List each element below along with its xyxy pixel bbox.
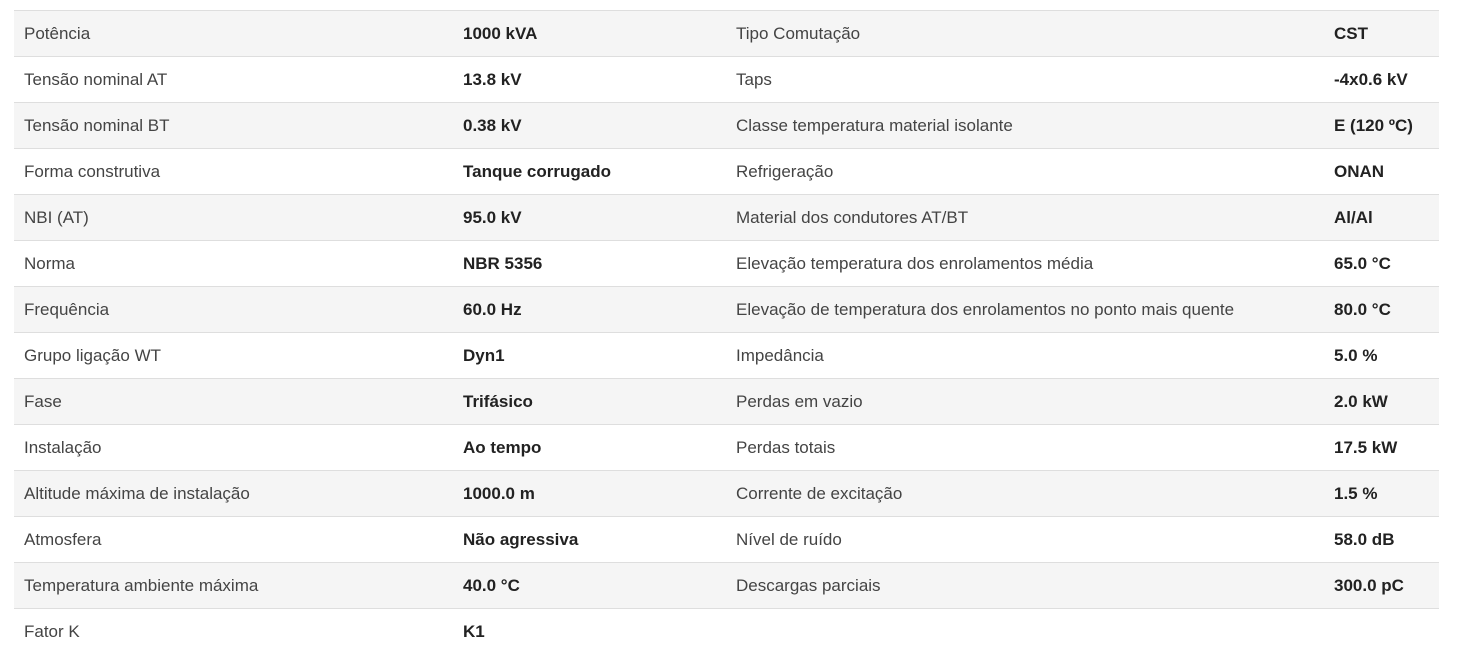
table-row: Temperatura ambiente máxima 40.0 °C Desc…: [14, 562, 1439, 609]
spec-value: 13.8 kV: [453, 56, 726, 103]
spec-value: ONAN: [1324, 148, 1439, 195]
table-row: Frequência 60.0 Hz Elevação de temperatu…: [14, 286, 1439, 333]
spec-value: 58.0 dB: [1324, 516, 1439, 563]
spec-value: Ao tempo: [453, 424, 726, 471]
spec-label: Classe temperatura material isolante: [726, 102, 1324, 149]
spec-value: Dyn1: [453, 332, 726, 379]
spec-value: 60.0 Hz: [453, 286, 726, 333]
spec-label: Grupo ligação WT: [14, 332, 453, 379]
table-row: Altitude máxima de instalação 1000.0 m C…: [14, 470, 1439, 517]
table-row: Potência 1000 kVA Tipo Comutação CST: [14, 10, 1439, 57]
spec-value: 300.0 pC: [1324, 562, 1439, 609]
spec-label: Atmosfera: [14, 516, 453, 563]
spec-label: Tensão nominal BT: [14, 102, 453, 149]
spec-value: CST: [1324, 10, 1439, 57]
spec-value: 95.0 kV: [453, 194, 726, 241]
spec-label: Nível de ruído: [726, 516, 1324, 563]
spec-label: Tensão nominal AT: [14, 56, 453, 103]
table-row: Fator K K1: [14, 608, 1439, 654]
spec-value: Trifásico: [453, 378, 726, 425]
spec-label: [726, 608, 1324, 654]
spec-value: [1324, 608, 1439, 654]
spec-label: Norma: [14, 240, 453, 287]
spec-label: Corrente de excitação: [726, 470, 1324, 517]
spec-value: 1000 kVA: [453, 10, 726, 57]
spec-label: Elevação de temperatura dos enrolamentos…: [726, 286, 1324, 333]
spec-value: 17.5 kW: [1324, 424, 1439, 471]
table-row: Norma NBR 5356 Elevação temperatura dos …: [14, 240, 1439, 287]
spec-label: Taps: [726, 56, 1324, 103]
spec-label: Perdas totais: [726, 424, 1324, 471]
table-row: Tensão nominal AT 13.8 kV Taps -4x0.6 kV: [14, 56, 1439, 103]
spec-label: Refrigeração: [726, 148, 1324, 195]
spec-label: Elevação temperatura dos enrolamentos mé…: [726, 240, 1324, 287]
spec-value: 65.0 °C: [1324, 240, 1439, 287]
spec-label: Forma construtiva: [14, 148, 453, 195]
table-row: Tensão nominal BT 0.38 kV Classe tempera…: [14, 102, 1439, 149]
spec-label: Altitude máxima de instalação: [14, 470, 453, 517]
spec-label: Temperatura ambiente máxima: [14, 562, 453, 609]
spec-value: 5.0 %: [1324, 332, 1439, 379]
spec-value: NBR 5356: [453, 240, 726, 287]
spec-label: Fase: [14, 378, 453, 425]
spec-label: Frequência: [14, 286, 453, 333]
spec-value: 1.5 %: [1324, 470, 1439, 517]
spec-value: Não agressiva: [453, 516, 726, 563]
table-row: Instalação Ao tempo Perdas totais 17.5 k…: [14, 424, 1439, 471]
spec-value: E (120 ºC): [1324, 102, 1439, 149]
table-row: Atmosfera Não agressiva Nível de ruído 5…: [14, 516, 1439, 563]
spec-value: 0.38 kV: [453, 102, 726, 149]
spec-label: Perdas em vazio: [726, 378, 1324, 425]
spec-value: -4x0.6 kV: [1324, 56, 1439, 103]
table-row: NBI (AT) 95.0 kV Material dos condutores…: [14, 194, 1439, 241]
spec-value: 80.0 °C: [1324, 286, 1439, 333]
table-row: Fase Trifásico Perdas em vazio 2.0 kW: [14, 378, 1439, 425]
spec-value: Tanque corrugado: [453, 148, 726, 195]
table-row: Grupo ligação WT Dyn1 Impedância 5.0 %: [14, 332, 1439, 379]
spec-label: Fator K: [14, 608, 453, 654]
spec-label: Material dos condutores AT/BT: [726, 194, 1324, 241]
spec-label: NBI (AT): [14, 194, 453, 241]
spec-value: 40.0 °C: [453, 562, 726, 609]
spec-value: K1: [453, 608, 726, 654]
specifications-table: Potência 1000 kVA Tipo Comutação CST Ten…: [14, 10, 1439, 654]
spec-label: Potência: [14, 10, 453, 57]
spec-label: Instalação: [14, 424, 453, 471]
spec-value: 2.0 kW: [1324, 378, 1439, 425]
spec-label: Descargas parciais: [726, 562, 1324, 609]
spec-value: Al/Al: [1324, 194, 1439, 241]
spec-label: Tipo Comutação: [726, 10, 1324, 57]
table-row: Forma construtiva Tanque corrugado Refri…: [14, 148, 1439, 195]
spec-label: Impedância: [726, 332, 1324, 379]
spec-value: 1000.0 m: [453, 470, 726, 517]
